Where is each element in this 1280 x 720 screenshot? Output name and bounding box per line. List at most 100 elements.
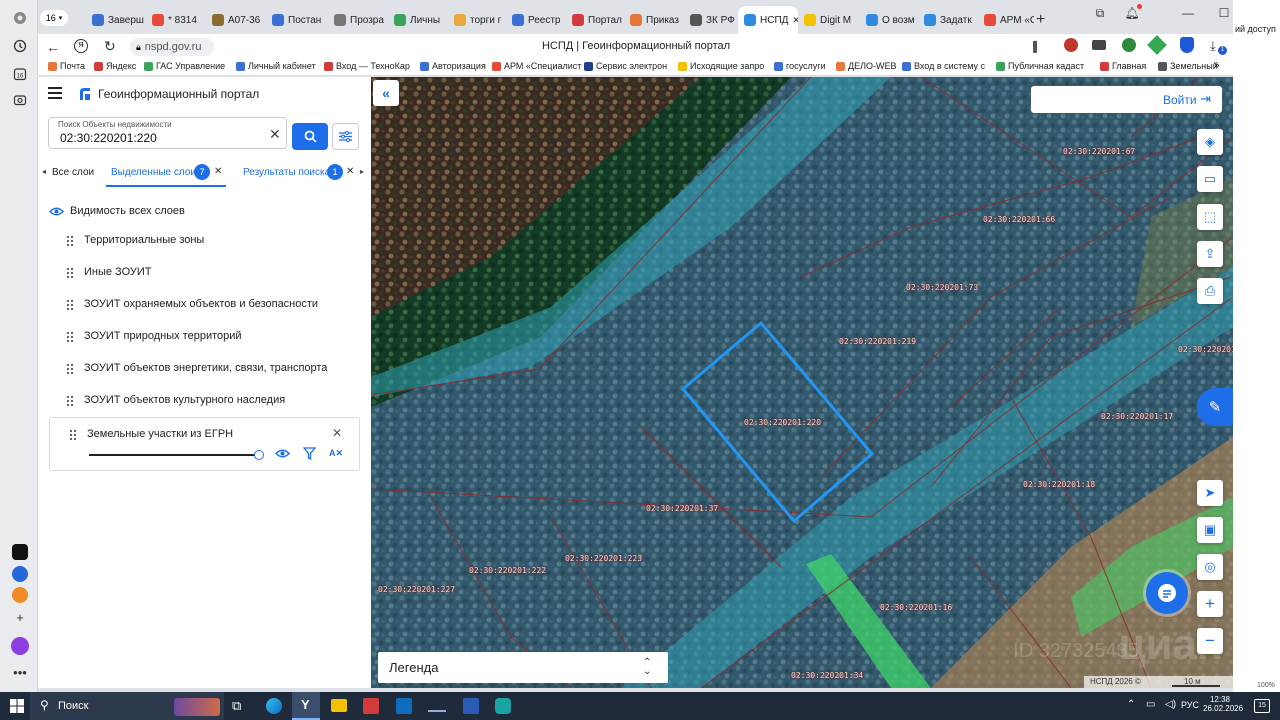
- browser-tab[interactable]: Реестр: [506, 6, 566, 34]
- parcel-label[interactable]: 02:30:220201:67: [1063, 147, 1135, 156]
- bookmark-item[interactable]: Вход — ТехноКар: [324, 61, 410, 71]
- more-icon[interactable]: •••: [10, 662, 30, 682]
- layer-row[interactable]: ЗОУИТ объектов энергетики, связи, трансп…: [66, 362, 327, 374]
- geolocation-button[interactable]: ◎: [1197, 554, 1223, 580]
- bookmark-item[interactable]: Яндекс: [94, 61, 136, 71]
- minimap-button[interactable]: ▣: [1197, 517, 1223, 543]
- tab-search-results[interactable]: Результаты поиска 1 ✕: [238, 161, 362, 187]
- browser-tab[interactable]: ЗК РФ С: [684, 6, 738, 34]
- filter-settings-button[interactable]: [332, 123, 359, 150]
- taskbar-search[interactable]: ⚲ Поиск: [30, 692, 224, 720]
- bookmark-item[interactable]: Почта: [48, 61, 85, 71]
- language-indicator[interactable]: РУС: [1181, 700, 1199, 710]
- drag-handle-icon[interactable]: [66, 298, 74, 310]
- login-button[interactable]: Войти ⇥: [1031, 86, 1222, 113]
- parcel-label[interactable]: 02:30:220201:16: [880, 603, 952, 612]
- browser-tab[interactable]: Приказ: [624, 6, 684, 34]
- bookmark-item[interactable]: Публичная кадаст: [996, 61, 1084, 71]
- menu-icon[interactable]: [48, 87, 62, 99]
- tab-selected-layers[interactable]: Выделенные слои 7 ✕: [106, 161, 226, 187]
- browser-tab[interactable]: Digit М: [798, 6, 860, 34]
- app-icon-2[interactable]: [10, 564, 30, 584]
- layer-row[interactable]: ЗОУИТ объектов культурного наследия: [66, 394, 285, 406]
- downloads-icon[interactable]: ⤓: [1210, 38, 1216, 54]
- browser-tab[interactable]: О возм: [860, 6, 918, 34]
- browser-tab[interactable]: торги г: [448, 6, 506, 34]
- browser-tab[interactable]: Заверш: [86, 6, 146, 34]
- browser-logo-icon[interactable]: [10, 8, 30, 28]
- edge-icon[interactable]: [266, 698, 282, 714]
- opacity-slider-handle[interactable]: [254, 450, 264, 460]
- app-icon-3[interactable]: [10, 585, 30, 605]
- layer-row[interactable]: Территориальные зоны: [66, 234, 204, 246]
- drag-handle-icon[interactable]: [66, 394, 74, 406]
- bookmark-item[interactable]: Исходящие запро: [678, 61, 764, 71]
- app-icon-teal[interactable]: [495, 698, 511, 714]
- alice-icon[interactable]: [10, 636, 30, 656]
- task-view-icon[interactable]: ⧉: [232, 698, 241, 714]
- area-select-button[interactable]: ⬚: [1197, 204, 1223, 230]
- layer-row[interactable]: Иные ЗОУИТ: [66, 266, 152, 278]
- map-view[interactable]: циан ID 327325435 02:30:220201:67 02:30:2…: [371, 77, 1233, 688]
- zoom-out-button[interactable]: −: [1197, 628, 1223, 654]
- parcel-label[interactable]: 02:30:220201:37: [646, 504, 718, 513]
- history-icon[interactable]: [10, 36, 30, 56]
- opacity-slider[interactable]: [89, 454, 259, 456]
- legend-dropdown[interactable]: Легенда ⌃ ⌄: [378, 652, 668, 683]
- parcel-label[interactable]: 02:30:220201:222: [469, 566, 546, 575]
- bookmark-item[interactable]: Вход в систему с: [902, 61, 985, 71]
- browser-tab[interactable]: * 8314: [146, 6, 206, 34]
- parcel-label[interactable]: 02:30:220201:223: [565, 554, 642, 563]
- drag-handle-icon[interactable]: [69, 429, 77, 440]
- bookmark-item[interactable]: Земельный: [1158, 61, 1218, 71]
- remove-layer-icon[interactable]: ✕: [332, 426, 342, 440]
- parcel-label[interactable]: 02:30:220201:66: [983, 215, 1055, 224]
- search-button[interactable]: [292, 123, 328, 150]
- screenshot-icon[interactable]: [10, 90, 30, 110]
- chat-button[interactable]: [1146, 572, 1188, 614]
- app-icon-1[interactable]: [10, 542, 30, 562]
- extension-icon-1[interactable]: [1064, 38, 1078, 52]
- layers-button[interactable]: ◈: [1197, 129, 1223, 155]
- add-icon[interactable]: +: [10, 607, 30, 627]
- volume-icon[interactable]: ◁): [1165, 699, 1176, 710]
- new-tab-button[interactable]: +: [1036, 11, 1045, 29]
- bookmark-item[interactable]: госуслуги: [774, 61, 826, 71]
- bookmark-item[interactable]: АРМ «Специалист: [492, 61, 581, 71]
- app-icon-tool[interactable]: [428, 700, 446, 712]
- layer-row[interactable]: ЗОУИТ охраняемых объектов и безопасности: [66, 298, 318, 310]
- parcel-label[interactable]: 02:30:220201:18: [1023, 480, 1095, 489]
- calendar-icon[interactable]: 16: [10, 64, 30, 84]
- bookmark-item[interactable]: ГАС Управление: [144, 61, 225, 71]
- filter-icon[interactable]: [303, 447, 316, 460]
- visibility-toggle[interactable]: Видимость всех слоев: [49, 205, 185, 217]
- browser-tab[interactable]: НСПД ✕: [738, 6, 798, 34]
- shield-icon[interactable]: [1180, 37, 1194, 53]
- outlook-icon[interactable]: [396, 698, 412, 714]
- yandex-browser-button[interactable]: Y: [292, 692, 320, 720]
- zoom-in-button[interactable]: +: [1197, 591, 1223, 617]
- app-icon-pdf[interactable]: [363, 698, 379, 714]
- extension-icon-3[interactable]: [1122, 38, 1136, 52]
- bookmark-icon[interactable]: ❚: [1030, 39, 1040, 53]
- browser-tab[interactable]: Постан: [266, 6, 328, 34]
- tab-all-layers[interactable]: Все слои: [52, 167, 94, 178]
- browser-tab[interactable]: А07-36: [206, 6, 266, 34]
- parcel-label[interactable]: 02:30:220201:34: [791, 671, 863, 680]
- notification-center[interactable]: 15: [1254, 699, 1270, 713]
- drag-handle-icon[interactable]: [66, 266, 74, 278]
- browser-tab[interactable]: Прозра: [328, 6, 388, 34]
- tabs-prev-icon[interactable]: ◂: [42, 167, 46, 176]
- more-bookmarks-icon[interactable]: »: [1214, 60, 1220, 71]
- clear-search-icon[interactable]: ✕: [269, 126, 281, 143]
- notifications-icon[interactable]: 🔔︎: [1120, 4, 1144, 20]
- drag-handle-icon[interactable]: [66, 234, 74, 246]
- eye-icon[interactable]: [275, 448, 290, 459]
- parcel-label[interactable]: 02:30:220201:2: [1178, 345, 1233, 354]
- browser-tab[interactable]: Личны: [388, 6, 448, 34]
- collapse-panel-button[interactable]: «: [373, 80, 399, 106]
- drag-handle-icon[interactable]: [66, 330, 74, 342]
- bookmark-item[interactable]: ДЕЛО-WEB: [836, 61, 897, 71]
- network-icon[interactable]: ▭: [1146, 699, 1155, 710]
- bookmark-item[interactable]: Главная: [1100, 61, 1146, 71]
